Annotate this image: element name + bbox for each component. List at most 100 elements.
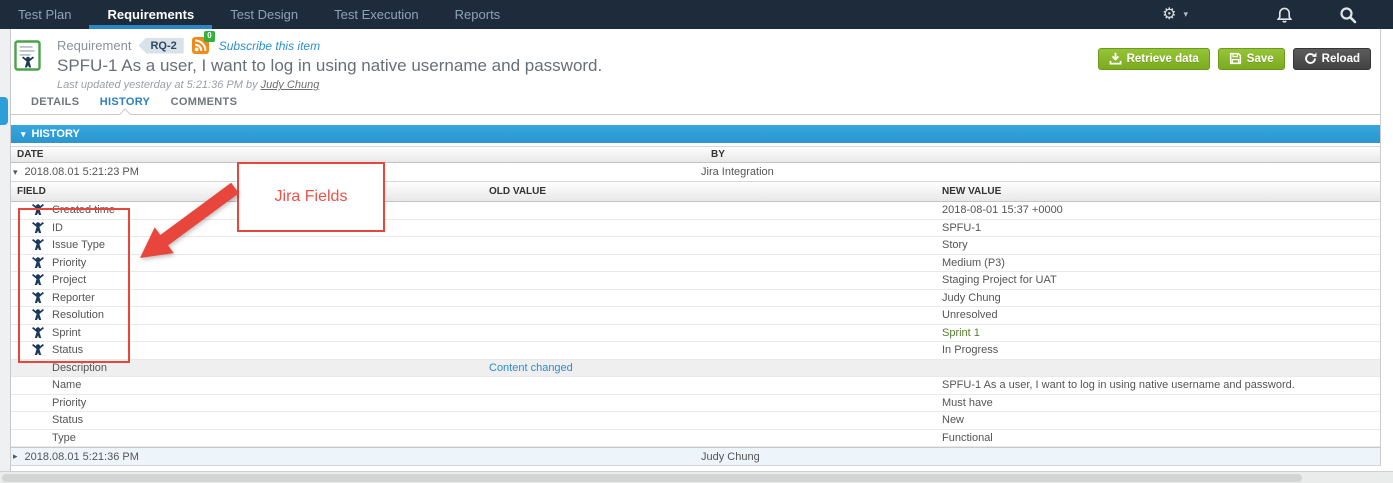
change-row: Status In Progress bbox=[11, 342, 1380, 360]
field-name: Type bbox=[52, 431, 76, 444]
subscribe-link[interactable]: Subscribe this item bbox=[219, 39, 320, 53]
new-value-cell: Unresolved bbox=[942, 309, 998, 321]
main-content: Requirement RQ-2 0 Subscribe this item S… bbox=[11, 29, 1381, 466]
field-name: Priority bbox=[52, 396, 87, 409]
field-name: Resolution bbox=[52, 309, 104, 321]
old-value-cell bbox=[474, 202, 934, 219]
nav-right-icons: ⚙ ▾ bbox=[1162, 0, 1393, 29]
new-value-cell: Judy Chung bbox=[942, 291, 1001, 304]
gear-icon: ⚙ bbox=[1162, 5, 1177, 23]
collapse-panel-icon: ▾ bbox=[21, 128, 26, 139]
old-value-cell bbox=[474, 307, 934, 324]
jira-field-icon bbox=[32, 256, 44, 268]
new-value-cell: Staging Project for UAT bbox=[942, 274, 1057, 286]
annotation-label-box: Jira Fields bbox=[237, 162, 385, 232]
field-name-cell: Resolution bbox=[11, 307, 474, 324]
save-icon bbox=[1229, 52, 1241, 65]
field-name-cell: Type bbox=[11, 430, 474, 447]
nav-item-test-design[interactable]: Test Design bbox=[212, 0, 316, 29]
new-value-cell: Must have bbox=[942, 396, 993, 409]
save-button[interactable]: Save bbox=[1217, 48, 1285, 70]
expander-icon[interactable]: ▸ bbox=[13, 452, 18, 461]
object-type-label: Requirement bbox=[57, 38, 132, 53]
requirement-id-badge: RQ-2 bbox=[138, 37, 184, 54]
entry-by: Judy Chung bbox=[701, 450, 760, 463]
save-label: Save bbox=[1246, 52, 1274, 65]
retrieve-data-button[interactable]: Retrieve data bbox=[1097, 48, 1210, 70]
nav-item-requirements[interactable]: Requirements bbox=[89, 0, 213, 29]
old-value-cell bbox=[474, 430, 934, 447]
change-row: Status New bbox=[11, 412, 1380, 430]
requirement-header: Requirement RQ-2 0 Subscribe this item S… bbox=[11, 29, 1380, 91]
tab-history[interactable]: HISTORY bbox=[100, 90, 150, 114]
new-value-cell: New bbox=[942, 414, 965, 426]
old-value-cell bbox=[474, 290, 934, 307]
column-header-old-value: OLD VALUE bbox=[489, 186, 547, 197]
jira-field-icon bbox=[32, 326, 44, 338]
scrollbar-thumb[interactable] bbox=[2, 474, 1302, 482]
field-name-cell: Status bbox=[11, 412, 474, 429]
field-name: Description bbox=[52, 361, 108, 374]
field-name: Status bbox=[52, 344, 84, 356]
change-row: Name SPFU-1 As a user, I want to log in u… bbox=[11, 377, 1380, 395]
rss-count-badge: 0 bbox=[204, 31, 215, 42]
nav-item-test-plan[interactable]: Test Plan bbox=[0, 0, 89, 29]
old-value-cell: Content changed bbox=[474, 360, 934, 377]
field-name-cell: Reporter bbox=[11, 290, 474, 307]
change-row: Created time 2018-08-01 15:37 +0000 bbox=[11, 202, 1380, 220]
horizontal-scrollbar[interactable] bbox=[0, 471, 1393, 483]
history-panel-title: HISTORY bbox=[31, 128, 80, 140]
annotation-label: Jira Fields bbox=[274, 188, 348, 205]
jira-field-icon bbox=[32, 239, 44, 251]
field-name: Project bbox=[52, 274, 87, 286]
jira-field-icon bbox=[32, 274, 44, 286]
jira-field-icon bbox=[32, 309, 44, 321]
change-row: Description Content changed bbox=[11, 359, 1380, 377]
field-name: Priority bbox=[52, 256, 87, 269]
old-value-cell bbox=[474, 237, 934, 254]
change-row: Type Functional bbox=[11, 429, 1380, 447]
search-button[interactable] bbox=[1339, 6, 1357, 24]
retrieve-data-label: Retrieve data bbox=[1126, 52, 1199, 65]
refresh-icon bbox=[1304, 52, 1317, 64]
history-panel: ▾ HISTORY DATE BY ▾ 2018.08.01 5:21:23 P… bbox=[11, 125, 1380, 466]
field-name: ID bbox=[52, 221, 63, 234]
jira-field-icon bbox=[32, 204, 44, 216]
new-value-cell: SPFU-1 bbox=[942, 221, 982, 234]
nav-item-test-execution[interactable]: Test Execution bbox=[316, 0, 437, 29]
notifications-button[interactable] bbox=[1276, 6, 1293, 24]
field-name-cell: Sprint bbox=[11, 325, 474, 342]
panel-toggle-handle[interactable] bbox=[0, 97, 8, 125]
nav-item-reports[interactable]: Reports bbox=[437, 0, 519, 29]
top-nav: Test Plan Requirements Test Design Test … bbox=[0, 0, 1393, 29]
old-value-cell bbox=[474, 272, 934, 289]
tab-details[interactable]: DETAILS bbox=[31, 90, 79, 114]
settings-menu[interactable]: ⚙ ▾ bbox=[1162, 5, 1188, 23]
content-changed-link[interactable]: Content changed bbox=[489, 362, 573, 374]
download-icon bbox=[1109, 52, 1122, 65]
field-name: Reporter bbox=[52, 291, 95, 304]
jira-field-icon bbox=[32, 344, 44, 356]
changes-table-header: FIELD OLD VALUE NEW VALUE bbox=[11, 181, 1380, 202]
chevron-down-icon: ▾ bbox=[1183, 9, 1188, 19]
field-name-cell: Description bbox=[11, 360, 474, 377]
field-name-cell: Name bbox=[11, 377, 474, 394]
new-value-cell: In Progress bbox=[942, 344, 999, 356]
old-value-cell bbox=[474, 342, 934, 359]
reload-button[interactable]: Reload bbox=[1292, 48, 1371, 70]
entry-by: Jira Integration bbox=[701, 166, 774, 178]
old-value-cell bbox=[474, 255, 934, 272]
history-entry-row[interactable]: ▸ 2018.08.01 5:21:36 PM Judy Chung bbox=[11, 447, 1380, 466]
reload-label: Reload bbox=[1321, 52, 1360, 65]
column-header-date: DATE bbox=[17, 149, 44, 160]
left-panel-splitter bbox=[0, 29, 11, 483]
history-panel-header[interactable]: ▾ HISTORY bbox=[11, 125, 1380, 143]
history-table-header: DATE BY bbox=[11, 146, 1380, 163]
history-entry-row[interactable]: ▾ 2018.08.01 5:21:23 PM Jira Integration bbox=[11, 163, 1380, 181]
entry-date: 2018.08.01 5:21:23 PM bbox=[24, 166, 139, 178]
rss-subscribe-button[interactable]: 0 bbox=[191, 31, 215, 54]
old-value-cell bbox=[474, 412, 934, 429]
tab-comments[interactable]: COMMENTS bbox=[171, 90, 238, 114]
expander-icon[interactable]: ▾ bbox=[13, 167, 18, 177]
detail-tabs: DETAILS HISTORY COMMENTS bbox=[11, 90, 1380, 115]
